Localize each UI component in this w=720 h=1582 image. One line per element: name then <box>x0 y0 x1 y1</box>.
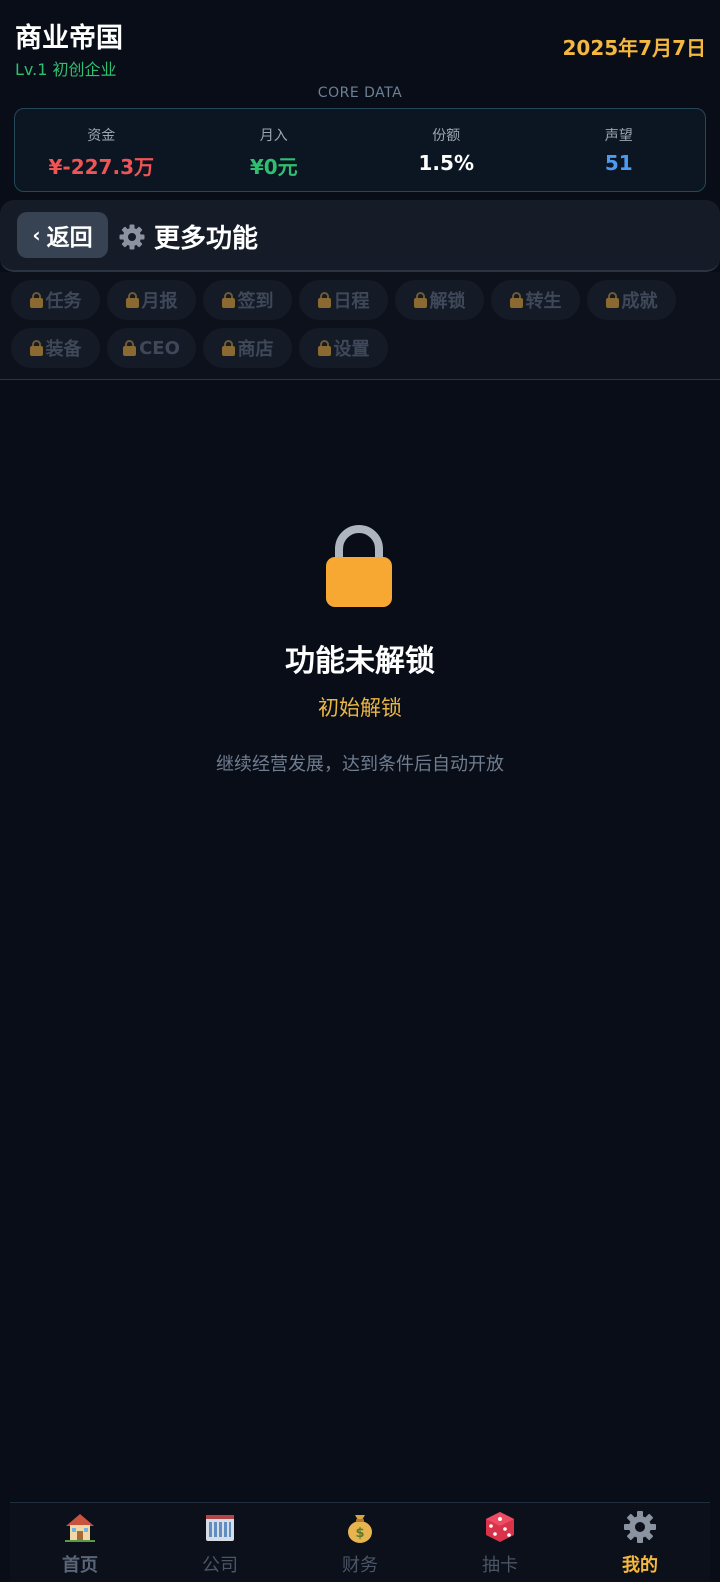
stat-label: 份额 <box>432 128 461 144</box>
house-icon <box>65 1514 95 1542</box>
lock-icon <box>29 340 43 356</box>
tab-label: 成就 <box>621 291 658 312</box>
money-bag-icon: $ <box>348 1515 372 1543</box>
lock-icon <box>123 340 137 356</box>
dice-icon <box>486 1512 514 1542</box>
gear-icon <box>118 223 146 251</box>
section-title-text: 更多功能 <box>154 224 259 254</box>
tab-rebirth[interactable]: 转生 <box>491 280 580 320</box>
lock-icon <box>317 292 331 308</box>
locked-title: 功能未解锁 <box>285 644 435 679</box>
gear-icon <box>624 1511 656 1543</box>
game-date: 2025年7月7日 <box>562 36 707 60</box>
feature-tabs: 任务 月报 签到 日程 解锁 转生 成就 装备 CEO 商店 设置 <box>0 272 720 380</box>
tab-label: 商店 <box>237 339 274 360</box>
nav-label: 抽卡 <box>482 1555 518 1576</box>
stat-funds: 资金 ¥-227.3万 <box>15 109 188 191</box>
tab-equipment[interactable]: 装备 <box>11 328 100 368</box>
chevron-left-icon: ‹ <box>32 223 41 247</box>
tab-settings[interactable]: 设置 <box>299 328 388 368</box>
lock-icon <box>413 292 427 308</box>
tab-unlock[interactable]: 解锁 <box>395 280 484 320</box>
stat-label: 月入 <box>259 128 288 144</box>
tab-label: 日程 <box>333 291 370 312</box>
stat-label: 资金 <box>87 128 116 144</box>
lock-icon <box>221 292 235 308</box>
stat-monthly-income: 月入 ¥0元 <box>188 109 361 191</box>
tab-label: 解锁 <box>429 291 466 312</box>
tab-label: 月报 <box>141 291 178 312</box>
back-button[interactable]: ‹ 返回 <box>17 212 108 258</box>
screen: 商业帝国 Lv.1 初创企业 2025年7月7日 CORE DATA 资金 ¥-… <box>0 0 720 1582</box>
core-data-label: CORE DATA <box>317 85 403 101</box>
lock-icon <box>326 523 392 607</box>
tab-shop[interactable]: 商店 <box>203 328 292 368</box>
back-label: 返回 <box>46 225 93 251</box>
lock-icon <box>317 340 331 356</box>
lock-icon <box>605 292 619 308</box>
stat-value: ¥0元 <box>249 155 298 179</box>
unlock-condition: 初始解锁 <box>318 696 402 720</box>
app-title: 商业帝国 <box>15 23 123 54</box>
tab-label: 签到 <box>237 291 274 312</box>
tab-task[interactable]: 任务 <box>11 280 100 320</box>
lock-icon <box>509 292 523 308</box>
stat-share: 份额 1.5% <box>360 109 533 191</box>
lock-icon <box>125 292 139 308</box>
tab-label: 装备 <box>45 339 82 360</box>
nav-label: 财务 <box>342 1555 378 1576</box>
nav-label: 公司 <box>202 1555 238 1576</box>
stat-value: 1.5% <box>418 151 474 175</box>
nav-label: 首页 <box>62 1555 98 1576</box>
office-building-icon <box>206 1515 234 1541</box>
tab-label: CEO <box>139 337 180 359</box>
stat-reputation: 声望 51 <box>533 109 706 191</box>
tab-monthly-report[interactable]: 月报 <box>107 280 196 320</box>
bottom-nav: 首页 公司 $ 财务 抽卡 我的 <box>10 1502 710 1582</box>
tab-label: 设置 <box>333 339 370 360</box>
stat-value: 51 <box>604 151 633 175</box>
core-stats-panel: 资金 ¥-227.3万 月入 ¥0元 份额 1.5% 声望 51 <box>14 108 706 192</box>
company-level: Lv.1 初创企业 <box>15 60 117 79</box>
stat-value: ¥-227.3万 <box>48 155 154 179</box>
tab-achievements[interactable]: 成就 <box>587 280 676 320</box>
lock-icon <box>221 340 235 356</box>
nav-home[interactable]: 首页 <box>10 1503 150 1582</box>
tab-ceo[interactable]: CEO <box>107 328 196 368</box>
tab-label: 转生 <box>525 291 562 312</box>
svg-text:$: $ <box>355 1526 364 1541</box>
tab-checkin[interactable]: 签到 <box>203 280 292 320</box>
nav-label: 我的 <box>622 1555 658 1576</box>
lock-icon <box>29 292 43 308</box>
tab-schedule[interactable]: 日程 <box>299 280 388 320</box>
nav-company[interactable]: 公司 <box>150 1503 290 1582</box>
nav-gacha[interactable]: 抽卡 <box>430 1503 570 1582</box>
locked-hint: 继续经营发展，达到条件后自动开放 <box>216 754 504 775</box>
tab-label: 任务 <box>45 291 82 312</box>
nav-finance[interactable]: $ 财务 <box>290 1503 430 1582</box>
nav-profile[interactable]: 我的 <box>570 1503 710 1582</box>
section-title: 更多功能 <box>118 218 258 255</box>
stat-label: 声望 <box>604 128 633 144</box>
sub-header: ‹ 返回 更多功能 <box>0 200 720 272</box>
